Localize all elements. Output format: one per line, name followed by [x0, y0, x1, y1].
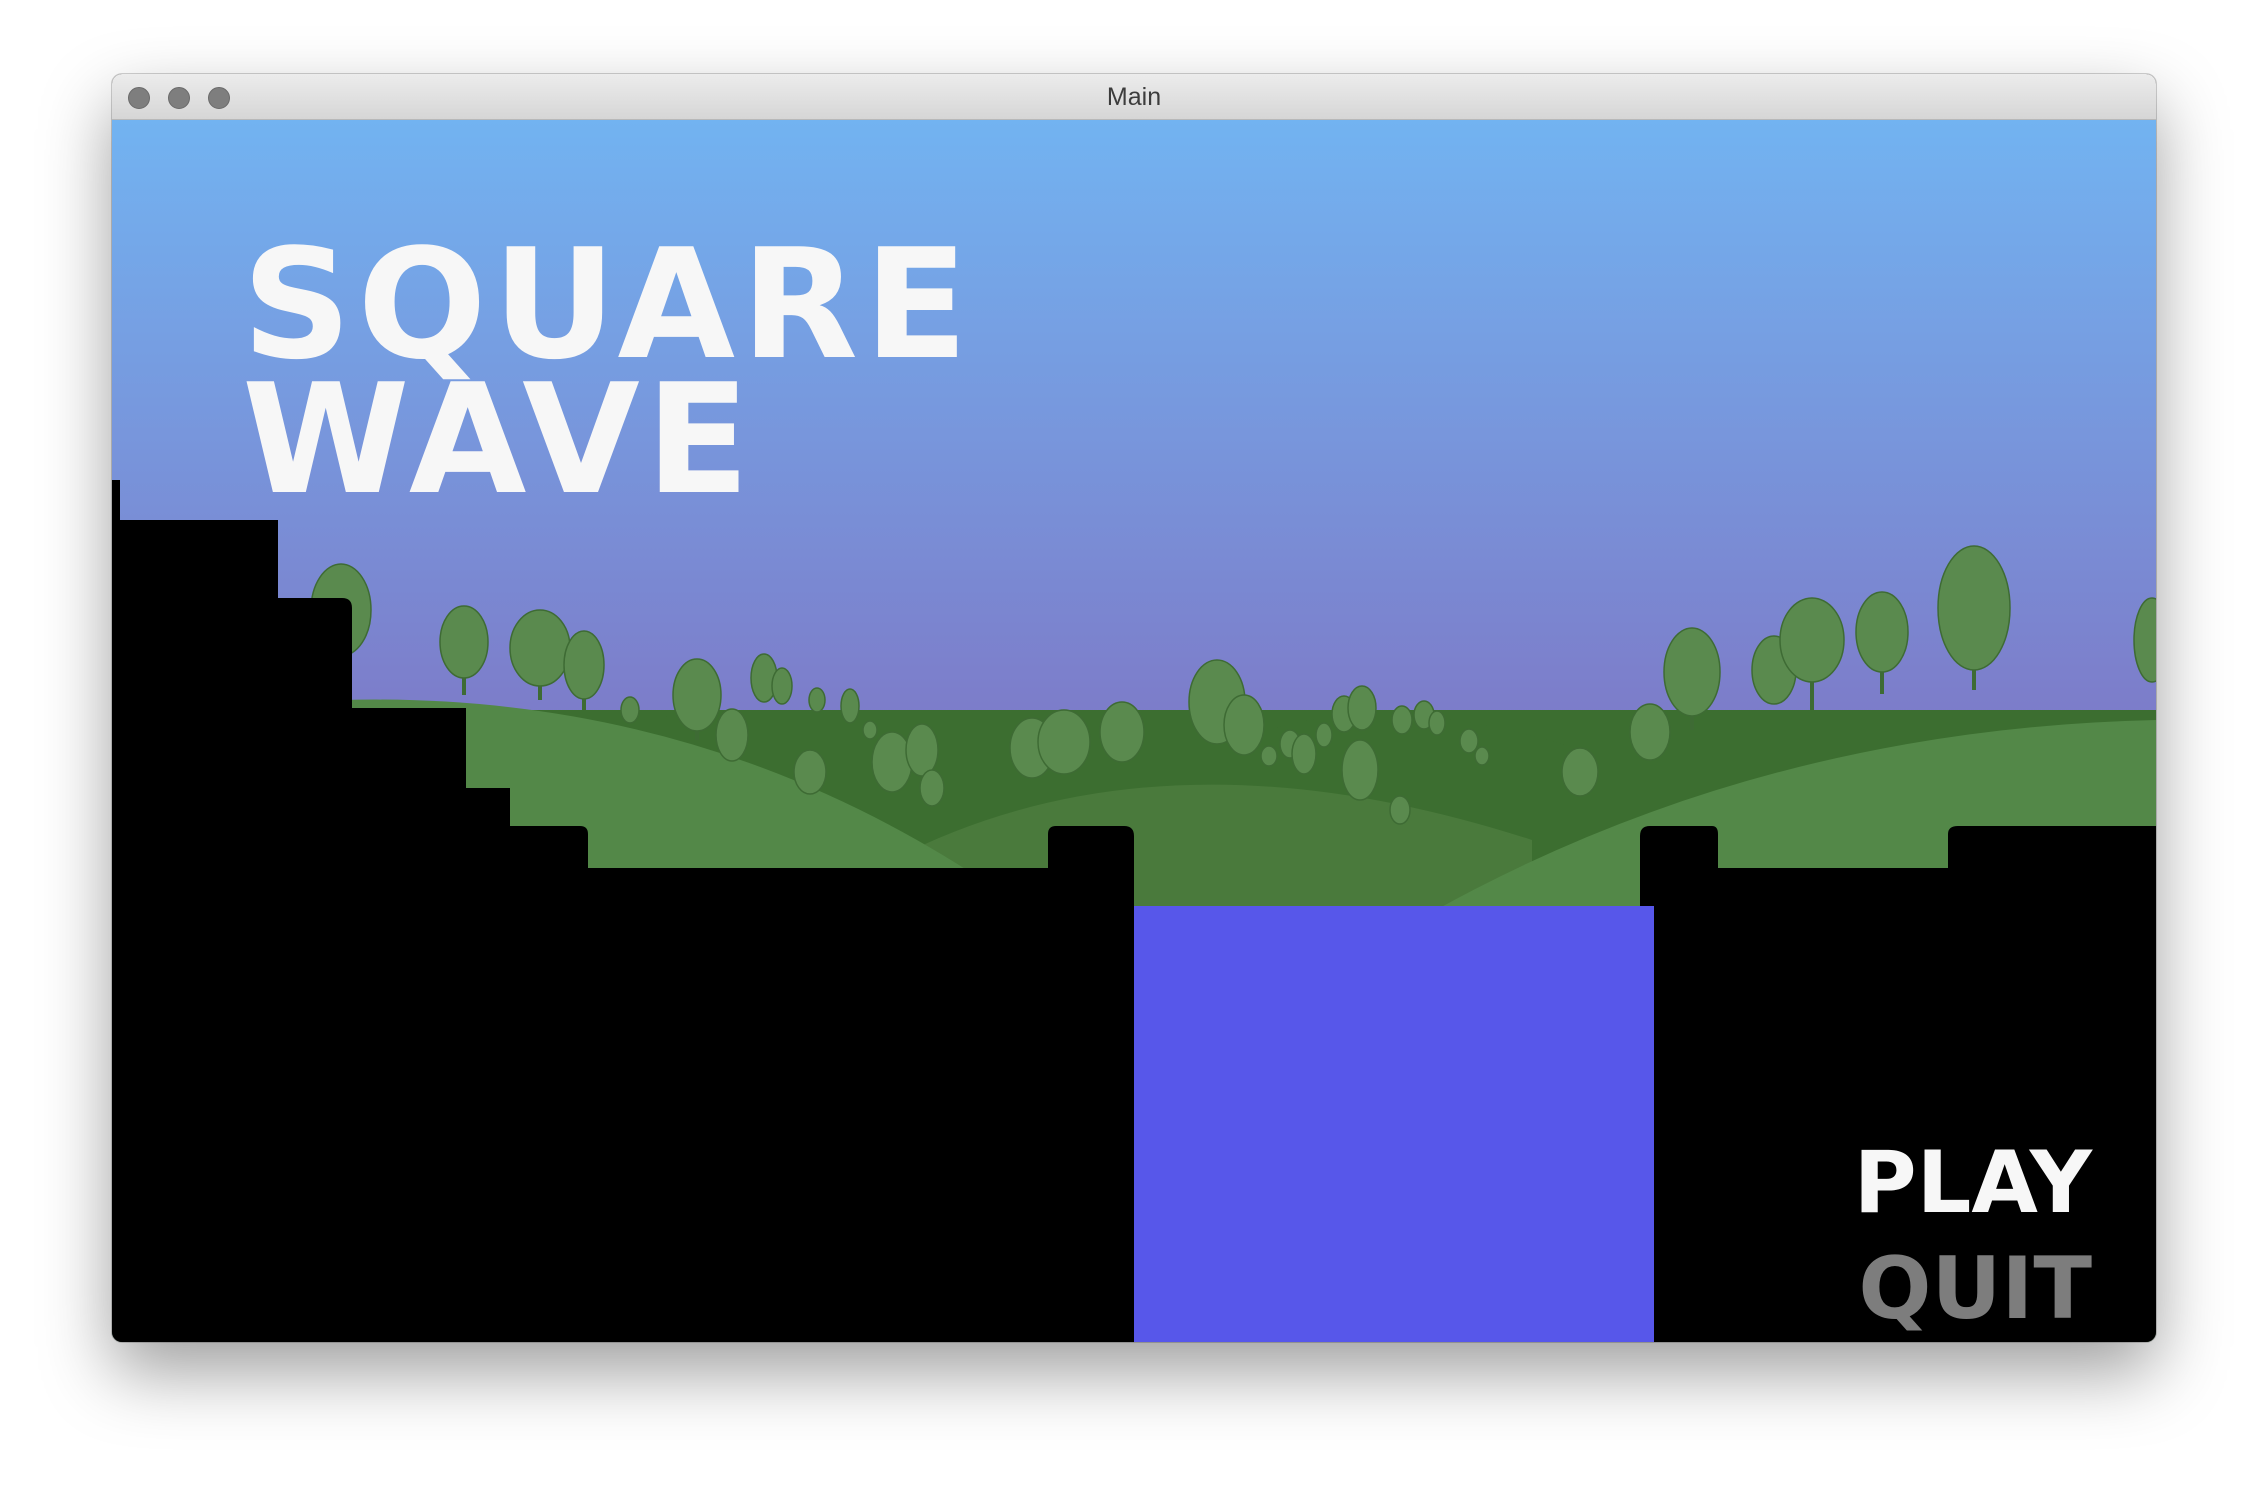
tree	[1389, 795, 1411, 825]
tree	[1629, 703, 1671, 761]
tree	[1291, 733, 1317, 775]
tree	[1391, 705, 1413, 735]
tree	[1428, 710, 1446, 736]
game-logo: SQUARE WAVE	[242, 229, 974, 516]
title-bar[interactable]: Main	[112, 74, 2156, 120]
game-canvas[interactable]: SQUARE WAVE PLAY QUIT	[112, 120, 2156, 1342]
tree	[871, 731, 913, 793]
tree	[1099, 701, 1145, 763]
water	[1134, 906, 1654, 1342]
tree	[905, 723, 939, 777]
tree	[1260, 745, 1278, 767]
play-button[interactable]: PLAY	[1854, 1130, 2092, 1236]
tree	[1561, 747, 1599, 797]
main-menu: PLAY QUIT	[1854, 1130, 2092, 1342]
tree	[1347, 685, 1377, 731]
tree	[1474, 746, 1490, 766]
tree	[1315, 722, 1333, 748]
tree	[808, 687, 826, 713]
tree	[862, 720, 878, 740]
tree	[715, 708, 749, 762]
tree	[1037, 709, 1091, 775]
quit-button[interactable]: QUIT	[1854, 1236, 2092, 1342]
app-window: Main SQUARE WAVE PLAY QUIT	[112, 74, 2156, 1342]
tree	[840, 688, 860, 724]
tree	[1223, 694, 1265, 756]
tree	[620, 696, 640, 724]
tree	[771, 667, 793, 705]
tree	[793, 749, 827, 795]
tree	[1459, 728, 1479, 754]
window-title: Main	[1106, 83, 1162, 111]
tree	[919, 769, 945, 807]
tree	[1341, 739, 1379, 801]
